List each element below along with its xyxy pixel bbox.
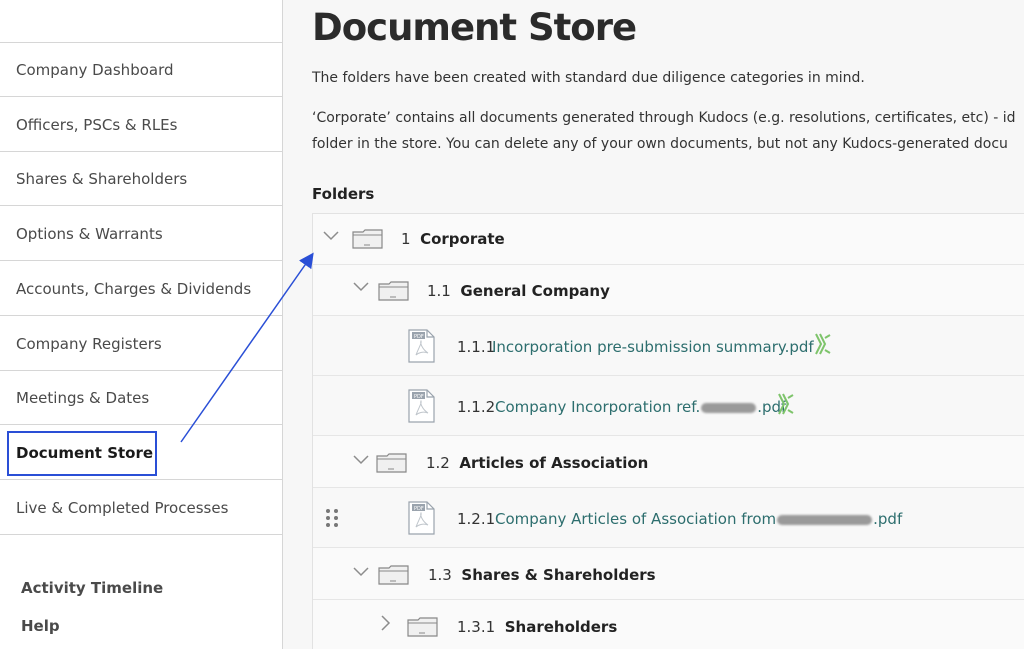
folder-icon	[378, 281, 409, 301]
sidebar-item-label: Accounts, Charges & Dividends	[16, 279, 252, 298]
file-name-prefix: Company Articles of Association from	[495, 510, 777, 528]
folder-name: Shareholders	[504, 618, 618, 636]
file-name-suffix: .pdf	[873, 510, 903, 528]
folder-name: Corporate	[420, 230, 505, 248]
chevron-right-icon[interactable]	[381, 615, 391, 635]
folder-number: 1.3	[428, 566, 452, 584]
folder-row-shareholders[interactable]: 1.3.1 Shareholders	[313, 600, 1024, 649]
folder-name: General Company	[460, 282, 610, 300]
redacted-text	[777, 514, 873, 525]
svg-text:PDF: PDF	[414, 334, 424, 340]
drag-handle-icon[interactable]	[325, 508, 339, 528]
chevron-down-icon[interactable]	[353, 565, 369, 581]
sidebar-item-accounts[interactable]: Accounts, Charges & Dividends	[0, 262, 283, 316]
folder-name: Articles of Association	[459, 454, 649, 472]
svg-text:PDF: PDF	[414, 506, 424, 512]
sidebar-item-officers[interactable]: Officers, PSCs & RLEs	[0, 98, 283, 152]
help-link[interactable]: Help	[21, 617, 60, 635]
sidebar-item-processes[interactable]: Live & Completed Processes	[0, 481, 283, 535]
highlight-box	[7, 431, 157, 476]
sidebar-item-registers[interactable]: Company Registers	[0, 317, 283, 371]
file-number: 1.2.1	[457, 510, 496, 528]
folder-number: 1.2	[426, 454, 450, 472]
folder-row-general-company[interactable]: 1.1 General Company	[313, 265, 1024, 316]
redacted-text	[701, 402, 757, 413]
folder-number: 1.3.1	[457, 618, 496, 636]
sidebar-item-label: Options & Warrants	[16, 224, 163, 243]
page-title: Document Store	[312, 6, 637, 49]
file-link[interactable]: Incorporation pre-submission summary.pdf	[492, 338, 814, 356]
file-row: PDF 1.1.1 Incorporation pre-submission s…	[313, 316, 1024, 376]
folders-heading: Folders	[312, 185, 375, 203]
intro-text: folder in the store. You can delete any …	[312, 136, 1008, 152]
sidebar-item-label: Live & Completed Processes	[16, 498, 229, 517]
folder-tree: 1 Corporate 1.1 General Company PDF 1.1.…	[312, 213, 1024, 649]
folder-name: Shares & Shareholders	[461, 566, 656, 584]
file-row: PDF 1.2.1 Company Articles of Associatio…	[313, 488, 1024, 548]
folder-number: 1.1	[427, 282, 451, 300]
sidebar-item-label: Meetings & Dates	[16, 388, 150, 407]
folder-icon	[376, 453, 407, 473]
activity-timeline-link[interactable]: Activity Timeline	[21, 579, 163, 597]
intro-text: ‘Corporate’ contains all documents gener…	[312, 110, 1016, 126]
sidebar: Company Dashboard Officers, PSCs & RLEs …	[0, 0, 283, 649]
sidebar-item-company-dashboard[interactable]: Company Dashboard	[0, 43, 283, 97]
folder-icon	[378, 565, 409, 585]
folder-icon	[407, 617, 438, 637]
chevron-down-icon[interactable]	[323, 229, 339, 245]
folder-number: 1	[401, 230, 411, 248]
file-name-prefix: Company Incorporation ref.	[495, 398, 701, 416]
kudocs-logo-icon	[777, 393, 795, 415]
sidebar-item-label: Company Dashboard	[16, 60, 174, 79]
svg-text:PDF: PDF	[414, 394, 424, 400]
file-row: PDF 1.1.2 Company Incorporation ref. .pdf	[313, 376, 1024, 436]
sidebar-item-label: Company Registers	[16, 334, 162, 353]
intro-text: The folders have been created with stand…	[312, 70, 865, 86]
main-content: Document Store The folders have been cre…	[283, 0, 1024, 649]
folder-label: 1.2 Articles of Association	[426, 454, 648, 472]
sidebar-item-shares[interactable]: Shares & Shareholders	[0, 152, 283, 206]
sidebar-item-options[interactable]: Options & Warrants	[0, 207, 283, 261]
folder-label: 1.3.1 Shareholders	[457, 618, 617, 636]
folder-label: 1.1 General Company	[427, 282, 610, 300]
folder-row-corporate[interactable]: 1 Corporate	[313, 214, 1024, 265]
folder-label: 1.3 Shares & Shareholders	[428, 566, 656, 584]
pdf-file-icon: PDF	[408, 389, 435, 423]
file-link[interactable]: Company Articles of Association from .pdf	[495, 510, 902, 528]
chevron-down-icon[interactable]	[353, 453, 369, 469]
folder-row-articles[interactable]: 1.2 Articles of Association	[313, 436, 1024, 488]
pdf-file-icon: PDF	[408, 501, 435, 535]
sidebar-item-label: Officers, PSCs & RLEs	[16, 115, 178, 134]
chevron-down-icon[interactable]	[353, 280, 369, 296]
folder-icon	[352, 229, 383, 249]
file-number: 1.1.2	[457, 398, 496, 416]
folder-label: 1 Corporate	[401, 230, 505, 248]
sidebar-item-label: Shares & Shareholders	[16, 169, 188, 188]
sidebar-item-meetings[interactable]: Meetings & Dates	[0, 371, 283, 425]
kudocs-logo-icon	[814, 333, 832, 355]
pdf-file-icon: PDF	[408, 329, 435, 363]
file-number: 1.1.1	[457, 338, 496, 356]
folder-row-shares[interactable]: 1.3 Shares & Shareholders	[313, 548, 1024, 600]
file-link[interactable]: Company Incorporation ref. .pdf	[495, 398, 786, 416]
